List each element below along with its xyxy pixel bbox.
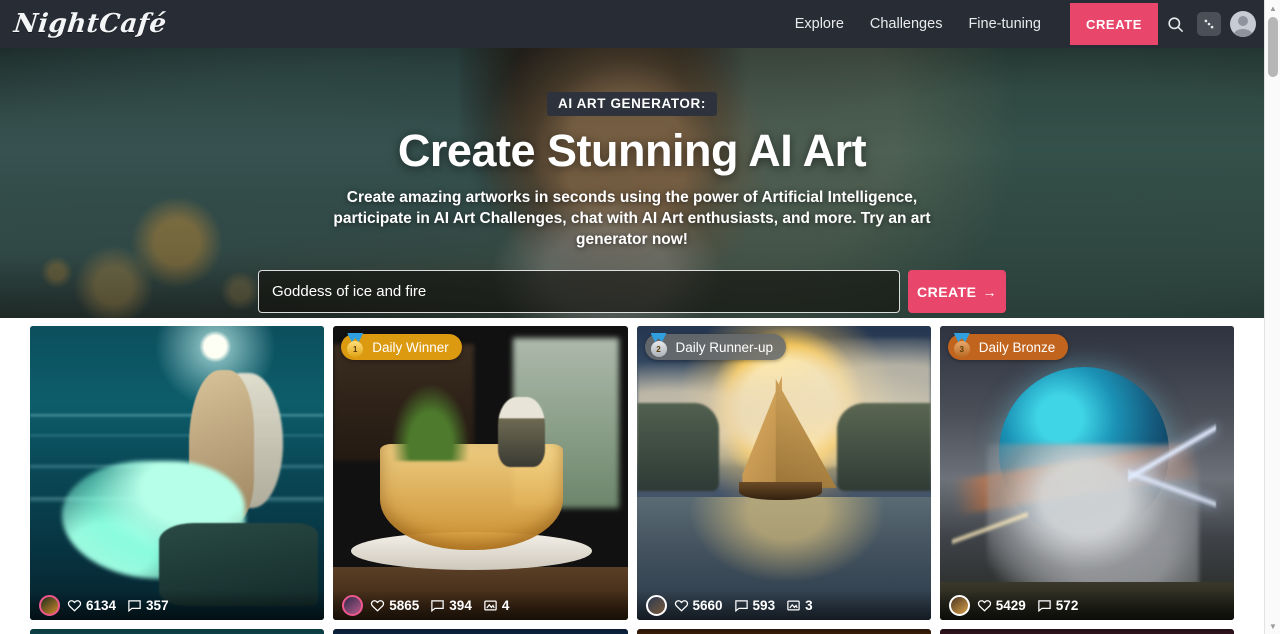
arrow-right-icon: → <box>982 283 998 300</box>
like-value: 6134 <box>86 597 117 613</box>
artwork-stats: 6134 357 <box>30 590 325 621</box>
artwork-stats: 5865 394 4 <box>333 590 628 621</box>
main-nav: Explore Challenges Fine-tuning CREATE <box>782 0 1264 48</box>
comment-icon <box>734 599 748 612</box>
search-icon[interactable] <box>1158 4 1192 44</box>
page-title: Create Stunning AI Art <box>397 125 867 176</box>
prompt-form: CREATE → <box>258 270 1006 313</box>
artwork-image <box>30 326 325 621</box>
comment-count[interactable]: 394 <box>430 598 472 613</box>
artwork-card[interactable] <box>636 629 931 634</box>
site-header: NightCafé Explore Challenges Fine-tuning… <box>0 0 1264 48</box>
page-root: NightCafé Explore Challenges Fine-tuning… <box>0 0 1264 634</box>
artwork-image <box>333 326 628 621</box>
creator-avatar[interactable] <box>39 594 60 616</box>
creator-avatar[interactable] <box>342 594 364 616</box>
comment-value: 357 <box>146 597 169 613</box>
artwork-card[interactable]: 1 Daily Winner 5865 394 4 <box>333 326 628 621</box>
artwork-gallery-next-row <box>0 629 1264 634</box>
artwork-card[interactable] <box>939 629 1234 634</box>
award-badge-label: Daily Bronze <box>978 339 1056 355</box>
heart-icon <box>371 599 385 612</box>
comment-value: 394 <box>449 597 472 613</box>
medal-icon: 2 <box>649 333 669 357</box>
images-icon <box>787 600 800 611</box>
artwork-card[interactable]: 3 Daily Bronze 5429 572 <box>939 326 1234 621</box>
medal-rank: 1 <box>347 341 364 357</box>
like-count[interactable]: 5865 <box>370 598 419 613</box>
like-count[interactable]: 6134 <box>67 598 116 613</box>
heart-icon <box>674 599 688 612</box>
comment-count[interactable]: 357 <box>127 598 169 613</box>
heart-icon <box>67 599 82 612</box>
creator-avatar[interactable] <box>645 594 667 616</box>
heart-icon <box>977 599 991 612</box>
images-icon <box>484 600 497 611</box>
award-badge: 3 Daily Bronze <box>947 333 1069 360</box>
hero-banner: AI ART GENERATOR: Create Stunning AI Art… <box>0 48 1264 318</box>
image-count[interactable]: 3 <box>786 598 813 613</box>
dice-icon[interactable] <box>1192 4 1226 44</box>
artwork-card[interactable] <box>30 629 325 634</box>
like-value: 5429 <box>995 597 1026 613</box>
hero-create-button[interactable]: CREATE → <box>908 270 1006 313</box>
award-badge: 1 Daily Winner <box>341 333 462 360</box>
image-count[interactable]: 4 <box>483 597 510 613</box>
header-create-button[interactable]: CREATE <box>1070 3 1158 45</box>
browser-scrollbar[interactable]: ▲ ▼ <box>1264 0 1280 634</box>
dice-glyph <box>1197 12 1221 36</box>
artwork-card[interactable]: 6134 357 <box>30 326 325 621</box>
comment-icon <box>1038 599 1051 612</box>
artwork-card[interactable]: 2 Daily Runner-up 5660 593 3 <box>636 326 931 621</box>
hero-content: AI ART GENERATOR: Create Stunning AI Art… <box>0 48 1264 318</box>
artwork-stats: 5660 593 3 <box>636 590 931 621</box>
site-logo[interactable]: NightCafé <box>12 9 168 39</box>
comment-count[interactable]: 593 <box>734 597 776 613</box>
comment-icon <box>128 599 141 612</box>
artwork-stats: 5429 572 <box>939 590 1234 621</box>
medal-rank: 3 <box>953 341 970 357</box>
medal-icon: 1 <box>345 333 365 357</box>
comment-count[interactable]: 572 <box>1037 597 1079 613</box>
comment-value: 593 <box>752 597 776 613</box>
creator-avatar[interactable] <box>948 594 970 616</box>
nav-item-challenges[interactable]: Challenges <box>857 16 956 32</box>
artwork-gallery: 6134 357 1 Daily Winner 5865 394 4 2 Dai… <box>0 318 1264 621</box>
prompt-input[interactable] <box>258 270 900 313</box>
comment-icon <box>431 599 445 612</box>
nav-item-fine-tuning[interactable]: Fine-tuning <box>955 16 1054 32</box>
artwork-image <box>939 326 1234 621</box>
image-value: 4 <box>501 597 510 613</box>
medal-icon: 3 <box>952 333 972 357</box>
like-value: 5865 <box>389 597 420 613</box>
scrollbar-thumb[interactable] <box>1268 17 1278 77</box>
nav-item-explore[interactable]: Explore <box>782 16 857 32</box>
artwork-card[interactable] <box>333 629 628 634</box>
scroll-down-arrow[interactable]: ▼ <box>1265 618 1280 634</box>
award-badge-label: Daily Runner-up <box>675 339 774 355</box>
scroll-up-arrow[interactable]: ▲ <box>1265 0 1280 16</box>
hero-eyebrow: AI ART GENERATOR: <box>547 92 717 116</box>
comment-value: 572 <box>1055 597 1079 613</box>
image-value: 3 <box>805 597 813 613</box>
medal-rank: 2 <box>650 341 667 357</box>
artwork-image <box>636 326 931 621</box>
hero-subtitle: Create amazing artworks in seconds using… <box>333 189 931 248</box>
like-count[interactable]: 5660 <box>674 598 723 613</box>
award-badge-label: Daily Winner <box>372 339 449 355</box>
award-badge: 2 Daily Runner-up <box>644 333 787 360</box>
like-count[interactable]: 5429 <box>977 598 1026 613</box>
user-avatar[interactable] <box>1230 11 1256 37</box>
like-value: 5660 <box>692 597 723 613</box>
hero-create-label: CREATE <box>916 283 977 300</box>
